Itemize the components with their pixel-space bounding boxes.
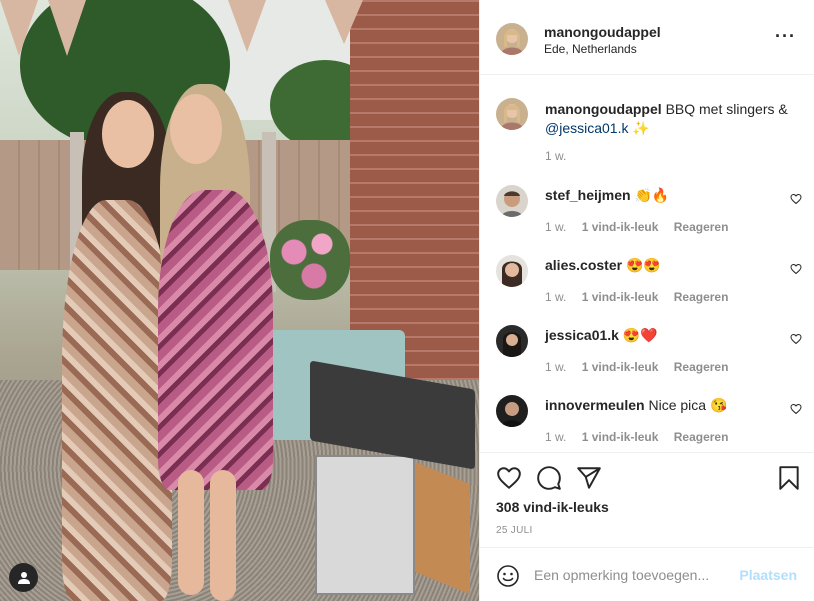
emoji-icon[interactable]	[496, 564, 520, 588]
post-comment-button[interactable]: Plaatsen	[739, 567, 797, 583]
comment-body: 👏🔥	[634, 187, 670, 203]
post-username[interactable]: manongoudappel	[544, 24, 661, 40]
post-photo[interactable]	[0, 0, 479, 601]
avatar-image	[496, 98, 528, 130]
caption-time[interactable]: 1 w.	[545, 149, 566, 163]
comment-input[interactable]	[534, 564, 734, 586]
comment-meta: 1 w. 1 vind-ik-leuk Reageren	[545, 290, 740, 304]
comment-likes[interactable]: 1 vind-ik-leuk	[582, 430, 659, 444]
avatar[interactable]	[496, 185, 528, 217]
comment-meta: 1 w. 1 vind-ik-leuk Reageren	[545, 430, 740, 444]
like-heart-icon[interactable]	[790, 333, 802, 345]
post-header: manongoudappel Ede, Netherlands ···	[480, 0, 814, 75]
comment-username[interactable]: alies.coster	[545, 257, 622, 273]
comment-likes[interactable]: 1 vind-ik-leuk	[582, 360, 659, 374]
comment-body: Nice pica 😘	[648, 397, 728, 413]
comment-text: stef_heijmen 👏🔥	[545, 187, 669, 204]
like-heart-icon[interactable]	[790, 403, 802, 415]
reply-button[interactable]: Reageren	[674, 430, 729, 444]
avatar-image	[496, 395, 528, 427]
tagged-users-button[interactable]	[9, 563, 38, 592]
avatar-image	[496, 325, 528, 357]
share-icon[interactable]	[576, 465, 602, 491]
avatar[interactable]	[496, 325, 528, 357]
comment-time[interactable]: 1 w.	[545, 360, 566, 374]
reply-button[interactable]: Reageren	[674, 220, 729, 234]
photo-bunting	[325, 0, 363, 44]
comment-username[interactable]: stef_heijmen	[545, 187, 631, 203]
comment-username[interactable]: innovermeulen	[545, 397, 645, 413]
avatar[interactable]	[496, 255, 528, 287]
comment-meta: 1 w. 1 vind-ik-leuk Reageren	[545, 220, 740, 234]
comment-body: 😍😍	[625, 257, 661, 273]
comment-body: 😍❤️	[622, 327, 658, 343]
avatar[interactable]	[496, 395, 528, 427]
comment-time[interactable]: 1 w.	[545, 430, 566, 444]
photo-bunting	[48, 0, 86, 56]
comment-item: stef_heijmen 👏🔥 1 w. 1 vind-ik-leuk Reag…	[480, 185, 814, 255]
caption-text: manongoudappel BBQ met slingers & @jessi…	[545, 100, 807, 138]
reply-button[interactable]: Reageren	[674, 360, 729, 374]
comment-text: innovermeulen Nice pica 😘	[545, 397, 727, 414]
like-heart-icon[interactable]	[790, 263, 802, 275]
person-dress	[62, 200, 172, 601]
post-date[interactable]: 25 JULI	[496, 525, 533, 536]
photo-flowers	[270, 220, 350, 300]
photo-bunting	[228, 0, 266, 52]
more-horizontal-icon[interactable]: ···	[775, 27, 796, 45]
caption-emoji: ✨	[632, 120, 650, 136]
avatar-image	[496, 23, 528, 55]
bbq-cabinet	[315, 455, 415, 595]
comment-time[interactable]: 1 w.	[545, 220, 566, 234]
post-location[interactable]: Ede, Netherlands	[544, 42, 637, 56]
caption-mention[interactable]: @jessica01.k	[545, 120, 628, 136]
post-actions: 308 vind-ik-leuks 25 JULI	[480, 452, 814, 547]
avatar[interactable]	[496, 98, 528, 130]
user-icon	[17, 571, 30, 584]
caption-body: BBQ met slingers &	[665, 101, 788, 117]
avatar-image	[496, 185, 528, 217]
bbq-grill	[310, 360, 475, 470]
comment-time[interactable]: 1 w.	[545, 290, 566, 304]
like-heart-icon[interactable]	[790, 193, 802, 205]
comment-text: alies.coster 😍😍	[545, 257, 661, 274]
reply-button[interactable]: Reageren	[674, 290, 729, 304]
comment-likes[interactable]: 1 vind-ik-leuk	[582, 290, 659, 304]
comment-likes[interactable]: 1 vind-ik-leuk	[582, 220, 659, 234]
person-dress	[158, 190, 273, 490]
comment-item: jessica01.k 😍❤️ 1 w. 1 vind-ik-leuk Reag…	[480, 325, 814, 395]
avatar-image	[496, 255, 528, 287]
person-leg	[210, 470, 236, 601]
comment-item: innovermeulen Nice pica 😘 1 w. 1 vind-ik…	[480, 395, 814, 452]
person-leg	[178, 470, 204, 595]
person-face	[170, 94, 222, 164]
photo-bbq	[300, 360, 475, 600]
photo-bunting	[0, 0, 38, 56]
heart-icon[interactable]	[496, 465, 522, 491]
comments-list[interactable]: manongoudappel BBQ met slingers & @jessi…	[480, 76, 814, 452]
caption-username[interactable]: manongoudappel	[545, 101, 662, 117]
likes-count[interactable]: 308 vind-ik-leuks	[496, 499, 609, 515]
comment-item: alies.coster 😍😍 1 w. 1 vind-ik-leuk Reag…	[480, 255, 814, 325]
comment-icon[interactable]	[536, 465, 562, 491]
add-comment-bar: Plaatsen	[480, 547, 814, 601]
comment-text: jessica01.k 😍❤️	[545, 327, 658, 344]
comment-meta: 1 w. 1 vind-ik-leuk Reageren	[545, 360, 740, 374]
comment-username[interactable]: jessica01.k	[545, 327, 619, 343]
bookmark-icon[interactable]	[776, 465, 802, 491]
person-face	[102, 100, 154, 168]
post-side-panel: manongoudappel Ede, Netherlands ··· mano…	[479, 0, 814, 601]
avatar[interactable]	[496, 23, 528, 55]
